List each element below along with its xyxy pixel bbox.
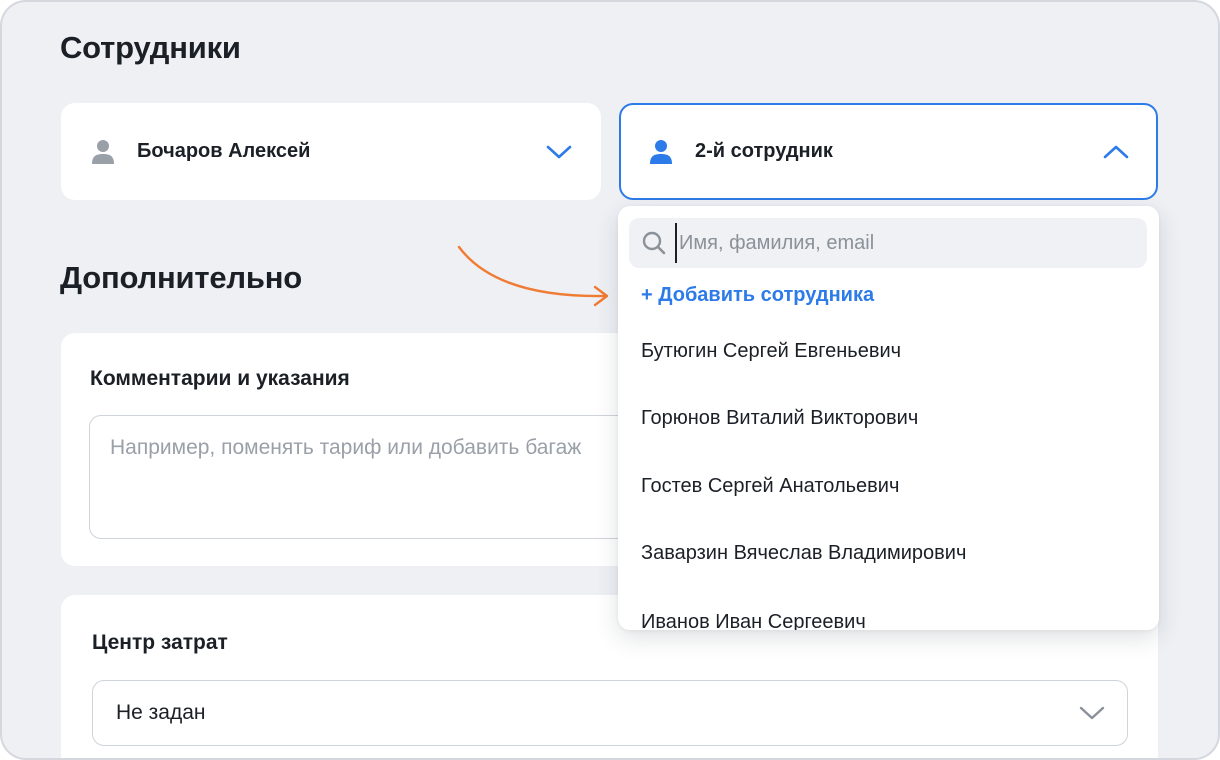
employee-option[interactable]: Горюнов Виталий Викторович [641, 407, 918, 430]
employee-option[interactable]: Бутюгин Сергей Евгеньевич [641, 340, 901, 363]
add-employee-link[interactable]: + Добавить сотрудника [641, 284, 874, 307]
chevron-down-icon[interactable] [545, 143, 573, 161]
employee-search[interactable] [629, 218, 1147, 268]
search-input[interactable] [675, 223, 1135, 263]
employee-option[interactable]: Заварзин Вячеслав Владимирович [641, 542, 966, 565]
employee-select-1[interactable]: Бочаров Алексей [61, 103, 601, 200]
app-frame: Сотрудники Бочаров Алексей 2-й сотрудник… [0, 0, 1220, 760]
employee-option[interactable]: Гостев Сергей Анатольевич [641, 475, 899, 498]
comments-label: Комментарии и указания [90, 367, 350, 390]
extra-title: Дополнительно [60, 260, 302, 295]
employee-select-2-label: 2-й сотрудник [695, 140, 833, 162]
search-icon [642, 231, 666, 255]
cost-center-select[interactable]: Не задан [92, 680, 1128, 746]
employee-dropdown: + Добавить сотрудника Бутюгин Сергей Евг… [618, 206, 1159, 630]
employee-select-1-label: Бочаров Алексей [137, 140, 311, 162]
employee-option[interactable]: Иванов Иван Сергеевич [641, 611, 866, 630]
cost-center-value: Не задан [116, 701, 206, 724]
chevron-down-icon[interactable] [1079, 705, 1105, 721]
person-icon [650, 139, 672, 164]
employees-title: Сотрудники [60, 30, 241, 65]
cost-center-label: Центр затрат [92, 631, 228, 654]
employee-select-2[interactable]: 2-й сотрудник [619, 103, 1158, 200]
person-icon [92, 139, 114, 164]
chevron-up-icon[interactable] [1102, 143, 1130, 161]
arrow-annotation-icon [457, 245, 609, 307]
